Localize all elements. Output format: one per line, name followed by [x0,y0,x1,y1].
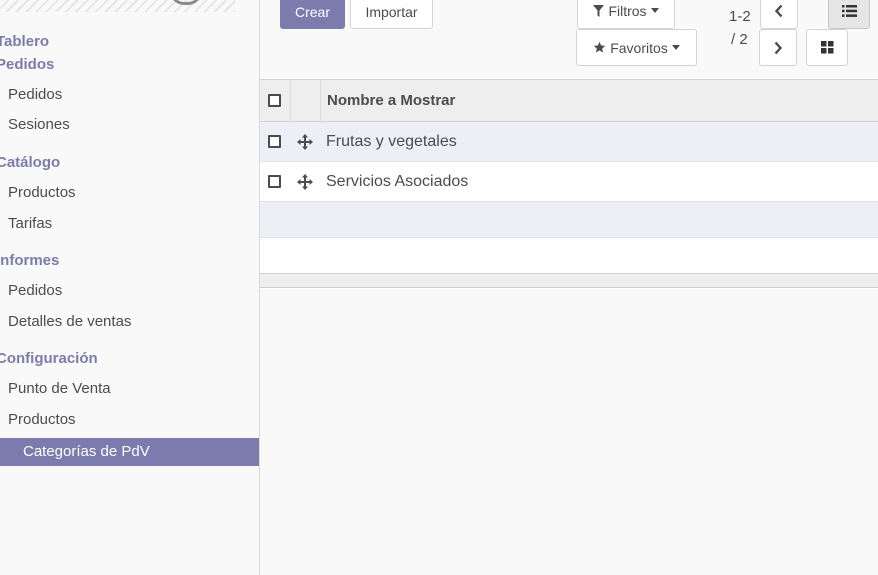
drag-handle-icon[interactable] [297,174,313,190]
sidebar-top-decoration [0,0,235,12]
table-row[interactable]: Frutas y vegetales [260,122,878,162]
list-view-button[interactable] [828,0,870,29]
sidebar: Tablero Pedidos Pedidos Sesiones Catálog… [0,0,260,575]
list-table: Nombre a Mostrar Frutas y vegetales Serv… [260,79,878,289]
caret-down-icon [671,45,680,50]
favorites-button[interactable]: Favoritos [576,29,697,66]
column-header-nombre[interactable]: Nombre a Mostrar [327,92,455,109]
column-divider [290,80,291,122]
sidebar-item-categorias-de-pdv[interactable]: Categorías de PdV [0,438,259,466]
chevron-left-icon [774,4,783,17]
filters-button[interactable]: Filtros [577,0,675,29]
sidebar-item-tarifas[interactable]: Tarifas [8,215,52,232]
row-checkbox[interactable] [268,135,281,148]
row-name-cell[interactable]: Servicios Asociados [326,173,468,191]
table-header-row: Nombre a Mostrar [260,80,878,122]
row-checkbox[interactable] [268,175,281,188]
sidebar-item-config-productos[interactable]: Productos [8,411,76,428]
list-footer [260,273,878,288]
sidebar-item-sesiones[interactable]: Sesiones [8,116,70,133]
sidebar-item-punto-de-venta[interactable]: Punto de Venta [8,380,111,397]
star-icon [594,41,606,53]
column-divider [320,80,321,122]
filter-icon [593,4,605,17]
chevron-right-icon [774,41,783,54]
list-icon [841,4,857,17]
sidebar-item-label: Categorías de PdV [23,443,150,460]
favorites-label: Favoritos [610,39,668,56]
grid-icon [820,41,833,54]
table-row[interactable]: Servicios Asociados [260,162,878,202]
row-name-cell[interactable]: Frutas y vegetales [326,133,457,151]
select-all-checkbox[interactable] [268,94,281,107]
create-button[interactable]: Crear [280,0,345,29]
drag-handle-icon[interactable] [297,134,313,150]
kanban-view-button[interactable] [806,29,848,66]
caret-down-icon [650,8,659,13]
sidebar-item-informes-pedidos[interactable]: Pedidos [8,282,62,299]
sidebar-section-informes[interactable]: Informes [0,252,59,269]
sidebar-section-catalogo[interactable]: Catálogo [0,154,60,171]
sidebar-section-configuracion[interactable]: Configuración [0,350,98,367]
sidebar-section-pedidos[interactable]: Pedidos [0,56,54,73]
pager-range[interactable]: 1-2 [729,8,751,25]
sidebar-item-detalles-de-ventas[interactable]: Detalles de ventas [8,313,131,330]
sidebar-item-pedidos[interactable]: Pedidos [8,86,62,103]
empty-row [260,238,878,274]
sidebar-item-productos[interactable]: Productos [8,184,76,201]
filters-label: Filtros [608,2,647,19]
import-button[interactable]: Importar [350,0,433,29]
pager-next-button[interactable] [759,29,797,66]
empty-row [260,202,878,238]
sidebar-section-tablero[interactable]: Tablero [0,33,49,50]
pager-total: / 2 [731,31,748,48]
pager-previous-button[interactable] [760,0,798,29]
